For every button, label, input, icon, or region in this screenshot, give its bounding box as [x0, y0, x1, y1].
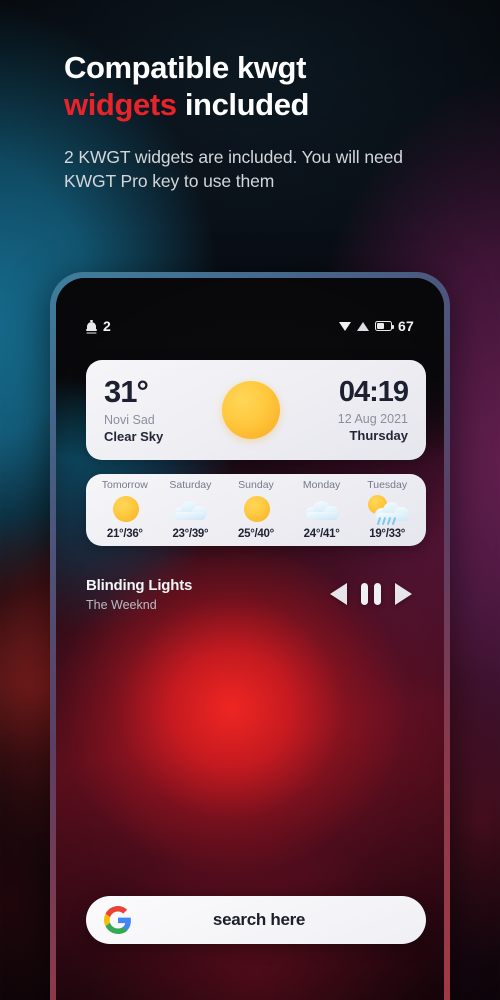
status-bar-left: 2 [86, 318, 111, 334]
clock-info-column: 04:19 12 Aug 2021 Thursday [337, 375, 409, 444]
music-widget[interactable]: Blinding Lights The Weeknd [86, 570, 426, 618]
google-search-bar[interactable]: search here [86, 896, 426, 944]
weather-info-column: 31° Novi Sad Clear Sky [104, 373, 164, 445]
phone-screen: 2 67 31° Novi Sad Clear Sky 04:19 12 Aug… [56, 278, 444, 1000]
current-time: 04:19 [338, 375, 409, 408]
forecast-day-name: Monday [302, 478, 341, 491]
cloud-icon [170, 495, 210, 525]
promo-subtext: 2 KWGT widgets are included. You will ne… [64, 147, 403, 192]
promo-text-block: Compatible kwgt widgets included 2 KWGT … [0, 0, 500, 193]
promo-headline-accent: widgets [64, 86, 177, 122]
next-track-icon[interactable] [395, 583, 412, 605]
forecast-day-name: Saturday [169, 478, 212, 491]
music-track-artist: The Weeknd [86, 597, 157, 612]
previous-track-icon[interactable] [330, 583, 347, 605]
sun-icon [236, 495, 276, 525]
search-placeholder-text: search here [212, 910, 306, 929]
promo-headline: Compatible kwgt widgets included [64, 50, 442, 123]
forecast-day-temps: 23°/39° [172, 528, 209, 541]
sun-icon [221, 381, 280, 439]
forecast-day[interactable]: Tomorrow 21°/36° [94, 478, 156, 541]
music-track-title: Blinding Lights [86, 576, 193, 594]
status-bar-right: 67 [339, 318, 414, 334]
status-bar: 2 67 [56, 314, 444, 338]
forecast-day[interactable]: Sunday 25°/40° [225, 478, 287, 541]
cloud-icon [302, 495, 342, 525]
music-track-info: Blinding Lights The Weeknd [86, 577, 192, 612]
promo-headline-rest: included [176, 86, 310, 122]
phone-frame: 2 67 31° Novi Sad Clear Sky 04:19 12 Aug… [50, 272, 450, 1000]
music-controls [330, 583, 426, 605]
forecast-day[interactable]: Saturday 23°/39° [159, 478, 221, 541]
triangle-up-icon [357, 321, 370, 331]
battery-level: 67 [398, 318, 414, 334]
forecast-day[interactable]: Monday 24°/41° [291, 478, 353, 541]
triangle-down-icon [339, 321, 352, 331]
notification-count: 2 [103, 318, 111, 334]
forecast-day-name: Tuesday [367, 478, 408, 491]
forecast-day-temps: 25°/40° [238, 528, 274, 541]
phone-mockup: 2 67 31° Novi Sad Clear Sky 04:19 12 Aug… [50, 272, 450, 1000]
current-temperature: 31° [104, 373, 149, 409]
forecast-day-name: Tomorrow [101, 478, 148, 491]
weather-condition: Clear Sky [104, 428, 164, 444]
forecast-day[interactable]: Tuesday 19°/33° [356, 478, 418, 541]
forecast-widget[interactable]: Tomorrow 21°/36° Saturday 23°/39° Sunday… [86, 474, 426, 546]
weather-clock-widget[interactable]: 31° Novi Sad Clear Sky 04:19 12 Aug 2021… [86, 360, 426, 460]
google-g-icon [104, 906, 132, 934]
current-date: 12 Aug 2021 [337, 411, 408, 426]
city-name: Novi Sad [104, 412, 155, 427]
home-screen-content: 2 67 31° Novi Sad Clear Sky 04:19 12 Aug… [56, 278, 444, 1000]
forecast-day-temps: 21°/36° [106, 528, 143, 541]
pause-icon[interactable] [361, 583, 381, 605]
bell-icon [86, 319, 97, 333]
current-weekday: Thursday [349, 427, 408, 443]
forecast-day-temps: 19°/33° [369, 528, 406, 541]
battery-icon [375, 321, 395, 331]
promo-headline-line1: Compatible kwgt [64, 50, 307, 85]
forecast-day-name: Sunday [238, 478, 274, 491]
sun-cloud-rain-icon [367, 495, 410, 526]
forecast-day-temps: 24°/41° [303, 528, 340, 541]
sun-icon [105, 495, 145, 525]
